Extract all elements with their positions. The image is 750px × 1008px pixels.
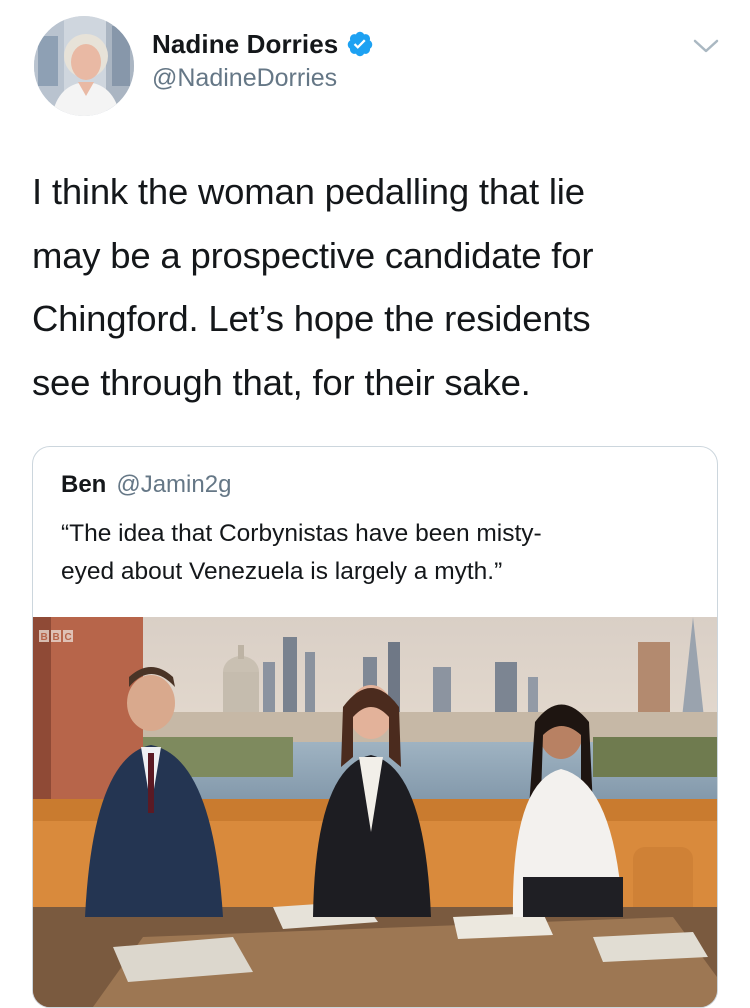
- bbc-logo-icon: B B C: [39, 630, 73, 643]
- verified-badge-icon: [348, 31, 373, 57]
- quoted-tweet-text: “The idea that Corbynistas have been mis…: [61, 520, 542, 585]
- author-name-row: Nadine Dorries: [152, 28, 374, 60]
- chevron-down-icon[interactable]: [692, 36, 720, 56]
- tweet: Nadine Dorries @NadineDorries I think th…: [0, 0, 750, 1008]
- svg-text:B: B: [53, 632, 60, 643]
- svg-text:B: B: [41, 632, 48, 643]
- quoted-tweet-card[interactable]: Ben @Jamin2g “The idea that Corbynistas …: [32, 446, 718, 1008]
- display-name[interactable]: Nadine Dorries: [152, 29, 338, 60]
- avatar[interactable]: [34, 16, 134, 116]
- author-handle[interactable]: @NadineDorries: [152, 64, 337, 93]
- quoted-tweet-header: Ben @Jamin2g: [61, 471, 231, 499]
- quoted-media-image[interactable]: B B C: [33, 617, 717, 1007]
- svg-text:C: C: [65, 632, 72, 643]
- quoted-handle[interactable]: @Jamin2g: [116, 471, 231, 499]
- tweet-text: I think the woman pedalling that lie may…: [32, 171, 594, 403]
- tv-studio-photo-icon: B B C: [33, 617, 717, 1007]
- avatar-photo-icon: [34, 16, 134, 116]
- quoted-display-name[interactable]: Ben: [61, 471, 106, 499]
